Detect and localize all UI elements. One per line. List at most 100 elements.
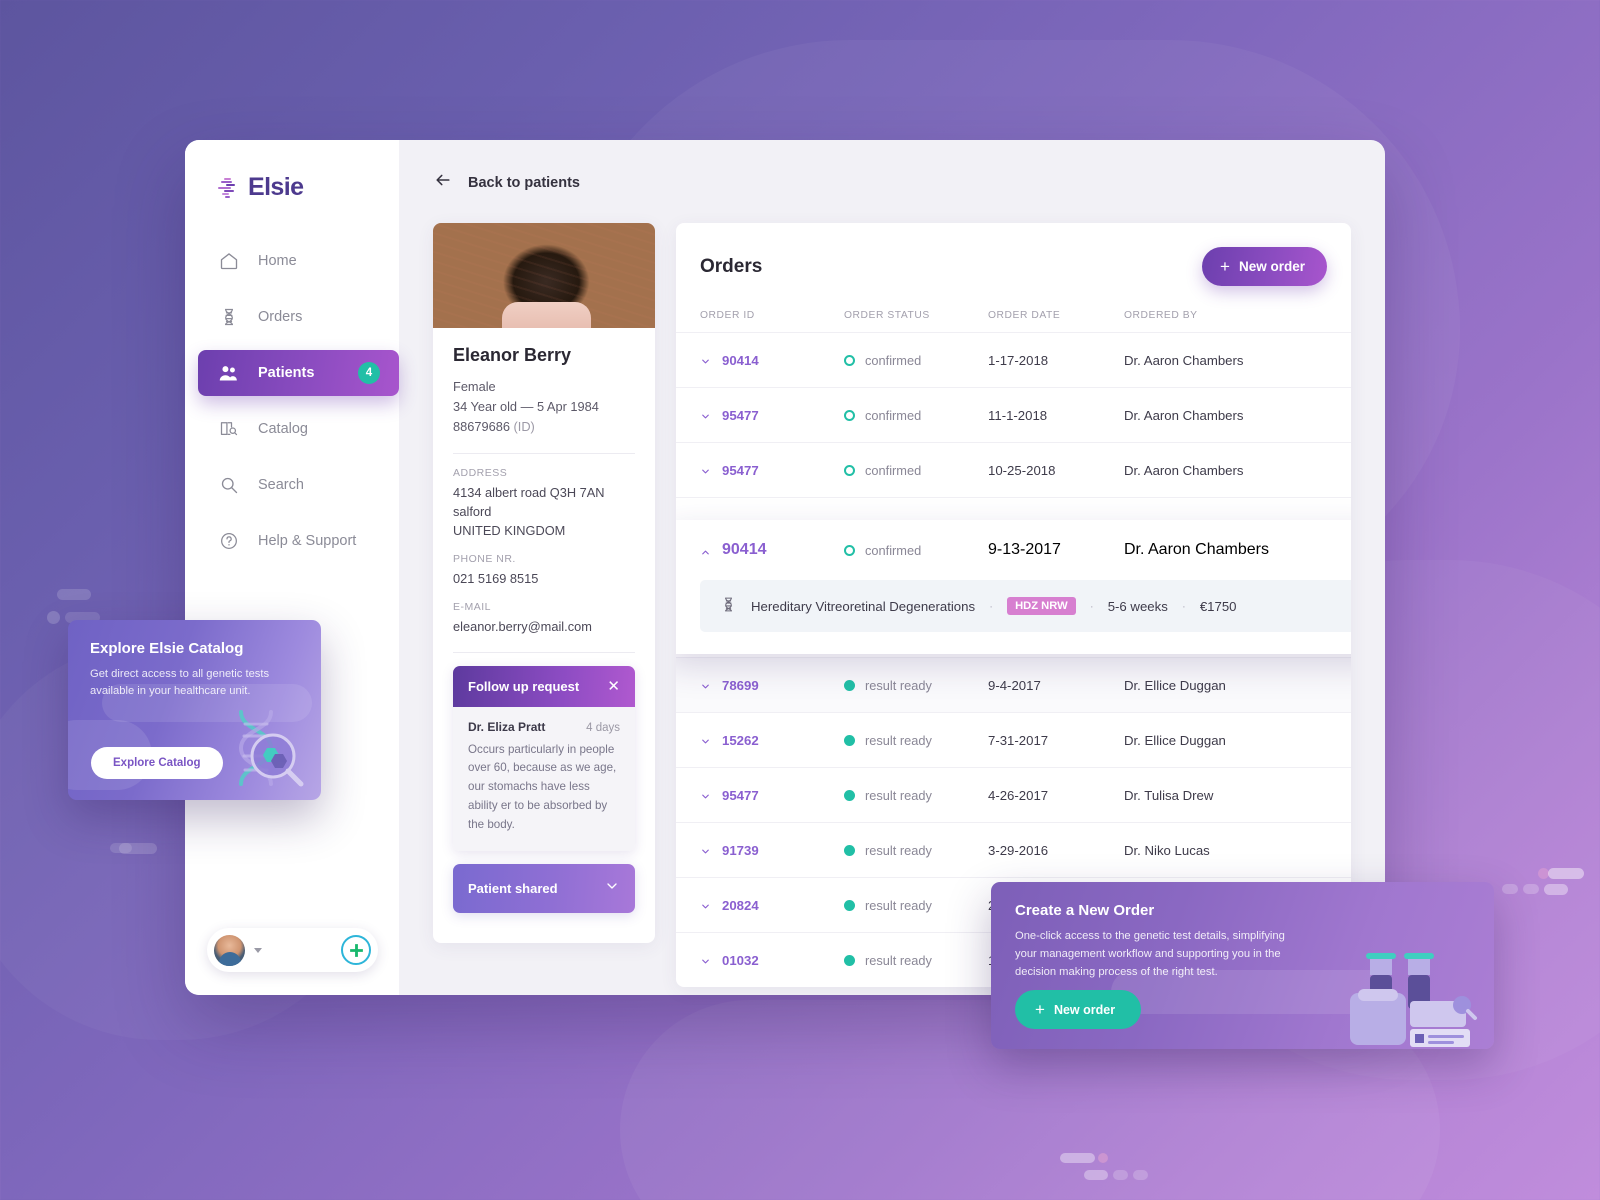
user-bar[interactable] [207,928,378,972]
table-row[interactable]: 90414 confirmed 1-17-2018 Dr. Aaron Cham… [676,332,1351,387]
phone-label: PHONE NR. [453,553,516,566]
order-id: 91739 [722,842,759,858]
promo-catalog-title: Explore Elsie Catalog [90,640,244,657]
address-line-2: UNITED KINGDOM [453,523,566,539]
table-row[interactable]: 15262 result ready 7-31-2017 Dr. Ellice … [676,712,1351,767]
order-id-cell[interactable]: 95477 [700,463,844,478]
ordered-by: Dr. Aaron Chambers [1124,352,1244,368]
chevron-down-icon [700,680,711,691]
chevron-down-icon[interactable] [604,878,620,899]
order-status-cell: result ready [844,678,988,693]
order-status: result ready [865,842,932,858]
sidebar-item-orders[interactable]: Orders [185,294,399,340]
patient-id-suffix: (ID) [513,419,535,435]
sidebar-item-label: Patients [258,365,315,381]
table-row[interactable]: 91739 result ready 3-29-2016 Dr. Niko Lu… [676,822,1351,877]
order-status: result ready [865,732,932,748]
elsie-logo-icon [218,176,242,200]
ordered-by: Dr. Aaron Chambers [1124,541,1269,558]
promo-new-order-button[interactable]: + New order [1015,990,1142,1029]
promo-order-title: Create a New Order [1015,902,1155,919]
ordered-by: Dr. Aaron Chambers [1124,407,1244,423]
orders-card: Orders + New order ORDER ID ORDER STATUS… [676,223,1351,987]
table-row[interactable]: 95477 confirmed 10-25-2018 Dr. Aaron Cha… [676,442,1351,497]
separator-dot: · [989,599,994,613]
decorative-pill [57,589,91,600]
order-date: 3-29-2016 [988,842,1049,858]
order-id-cell[interactable]: 20824 [700,898,844,913]
order-id-cell[interactable]: 91739 [700,843,844,858]
sidebar-item-label: Help & Support [258,533,357,549]
order-status-cell: result ready [844,898,988,913]
decorative-pill [1523,884,1539,894]
follow-up-body: Dr. Eliza Pratt 4 days Occurs particular… [453,706,635,851]
close-icon[interactable]: ✕ [607,679,620,694]
address-label: ADDRESS [453,466,508,479]
sidebar-item-catalog[interactable]: Catalog [185,406,399,452]
book-search-icon [218,419,239,440]
caret-down-icon[interactable] [254,947,262,953]
sidebar-item-search[interactable]: Search [185,462,399,508]
order-status-cell: confirmed [844,543,988,558]
order-status: confirmed [865,462,922,478]
ordered-by: Dr. Aaron Chambers [1124,462,1244,478]
address-line-1: 4134 albert road Q3H 7AN salford [453,484,605,519]
chevron-down-icon [700,845,711,856]
follow-up-title: Follow up request [468,678,580,694]
order-id: 95477 [722,462,759,478]
order-id-cell[interactable]: 01032 [700,953,844,968]
decorative-pill [119,843,157,854]
status-ring-icon [844,544,855,556]
chevron-down-icon [700,355,711,366]
sidebar-item-help-support[interactable]: Help & Support [185,518,399,564]
chevron-down-icon [700,790,711,801]
order-id: 95477 [722,407,759,423]
back-to-patients-button[interactable]: Back to patients [433,170,1351,195]
plus-circle-icon[interactable] [341,935,371,965]
order-id-cell[interactable]: 78699 [700,678,844,693]
column-header-order-id: ORDER ID [700,310,755,321]
test-tubes-icon [1348,929,1478,1049]
explore-catalog-button[interactable]: Explore Catalog [91,747,223,779]
status-ring-icon [844,464,855,476]
order-id-cell[interactable]: 95477 [700,408,844,423]
order-id-cell[interactable]: 95477 [700,788,844,803]
sidebar-item-patients[interactable]: Patients 4 [198,350,399,396]
status-dot-icon [844,844,855,856]
order-date: 9-4-2017 [988,677,1041,693]
order-status: confirmed [865,407,922,423]
order-status: result ready [865,897,932,913]
separator-dot: · [1181,599,1186,613]
status-dot-icon [844,789,855,801]
order-status-cell: result ready [844,788,988,803]
divider [453,651,635,653]
table-row[interactable]: 95477 result ready 4-26-2017 Dr. Tulisa … [676,767,1351,822]
sidebar-item-home[interactable]: Home [185,238,399,284]
create-new-order-promo-card: Create a New Order One-click access to t… [991,882,1494,1049]
column-header-order-status: ORDER STATUS [844,310,930,321]
user-avatar [214,934,245,966]
brand-logo[interactable]: Elsie [218,173,399,202]
new-order-button[interactable]: + New order [1202,247,1327,286]
decorative-pill [110,843,132,853]
order-id-cell[interactable]: 15262 [700,733,844,748]
order-id-cell[interactable]: 90414 [700,353,844,368]
main-area: Back to patients Eleanor Berry Female 34… [399,140,1385,995]
decorative-pill [1113,1170,1128,1180]
table-row[interactable]: 78699 result ready 9-4-2017 Dr. Ellice D… [676,657,1351,712]
question-circle-icon [218,531,239,552]
patient-shared-card[interactable]: Patient shared [453,863,635,913]
column-header-ordered-by: ORDERED BY [1124,310,1198,321]
expanded-row-summary[interactable]: 90414 confirmed 9-13-2017 Dr. Aaron Cham… [676,520,1351,580]
orders-table-header: ORDER ID ORDER STATUS ORDER DATE ORDERED… [676,286,1351,332]
email-label: E-MAIL [453,601,492,614]
sidebar-item-label: Orders [258,309,303,325]
test-name: Hereditary Vitreoretinal Degenerations [751,598,976,614]
test-duration: 5-6 weeks [1107,598,1168,614]
brand-name: Elsie [248,173,304,201]
patient-id-number: 88679686 [453,419,510,435]
table-row[interactable]: 95477 confirmed 11-1-2018 Dr. Aaron Cham… [676,387,1351,442]
email-value: eleanor.berry@mail.com [453,619,592,635]
order-id-cell[interactable]: 90414 [700,541,844,559]
order-status: result ready [865,677,932,693]
